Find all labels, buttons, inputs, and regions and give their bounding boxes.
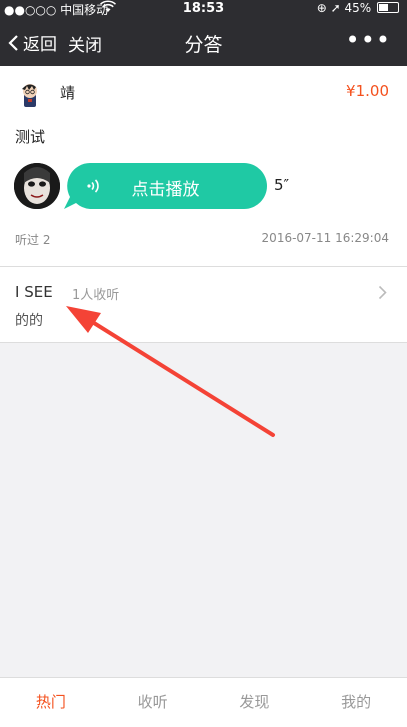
tab-mine[interactable]: 我的	[305, 678, 407, 727]
answerer-profile-row[interactable]: I SEE 1人收听 的的	[0, 267, 407, 343]
answerer-avatar[interactable]	[14, 163, 60, 209]
question-card: 靖 ¥1.00 测试 点击播放 5″ 听过 2 2016-07-11 16:29…	[0, 66, 407, 267]
tab-discover[interactable]: 发现	[204, 678, 306, 727]
lock-rotation-icon: ⊕	[316, 1, 327, 15]
battery-icon	[377, 2, 399, 13]
tab-subscriptions[interactable]: 收听	[102, 678, 204, 727]
listen-count: 听过 2	[15, 233, 51, 247]
answerer-name: I SEE	[15, 283, 53, 301]
answerer-listeners: 1人收听	[72, 288, 120, 303]
answerer-intro: 的的	[15, 313, 43, 329]
more-menu-button[interactable]: •••	[346, 26, 391, 54]
navigation-bar: 返回 关闭 分答 •••	[0, 18, 407, 66]
asker-avatar[interactable]	[15, 80, 45, 110]
chevron-right-icon	[378, 285, 387, 300]
tab-hot[interactable]: 热门	[0, 678, 102, 727]
answer-timestamp: 2016-07-11 16:29:04	[261, 231, 389, 245]
voice-duration: 5″	[274, 176, 290, 194]
asker-name: 靖	[60, 84, 76, 102]
question-text: 测试	[15, 128, 46, 146]
play-label: 点击播放	[131, 180, 200, 200]
battery-status: ⊕ ➚ 45%	[317, 1, 399, 15]
location-icon: ➚	[330, 1, 341, 15]
status-bar: ●●○○○ 中国移动 18:53 ⊕ ➚ 45%	[0, 0, 407, 18]
battery-percent: 45%	[344, 1, 372, 15]
play-voice-button[interactable]: 点击播放	[64, 163, 267, 209]
bottom-tab-bar: 热门 收听 发现 我的	[0, 677, 407, 727]
question-price: ¥1.00	[346, 82, 389, 100]
